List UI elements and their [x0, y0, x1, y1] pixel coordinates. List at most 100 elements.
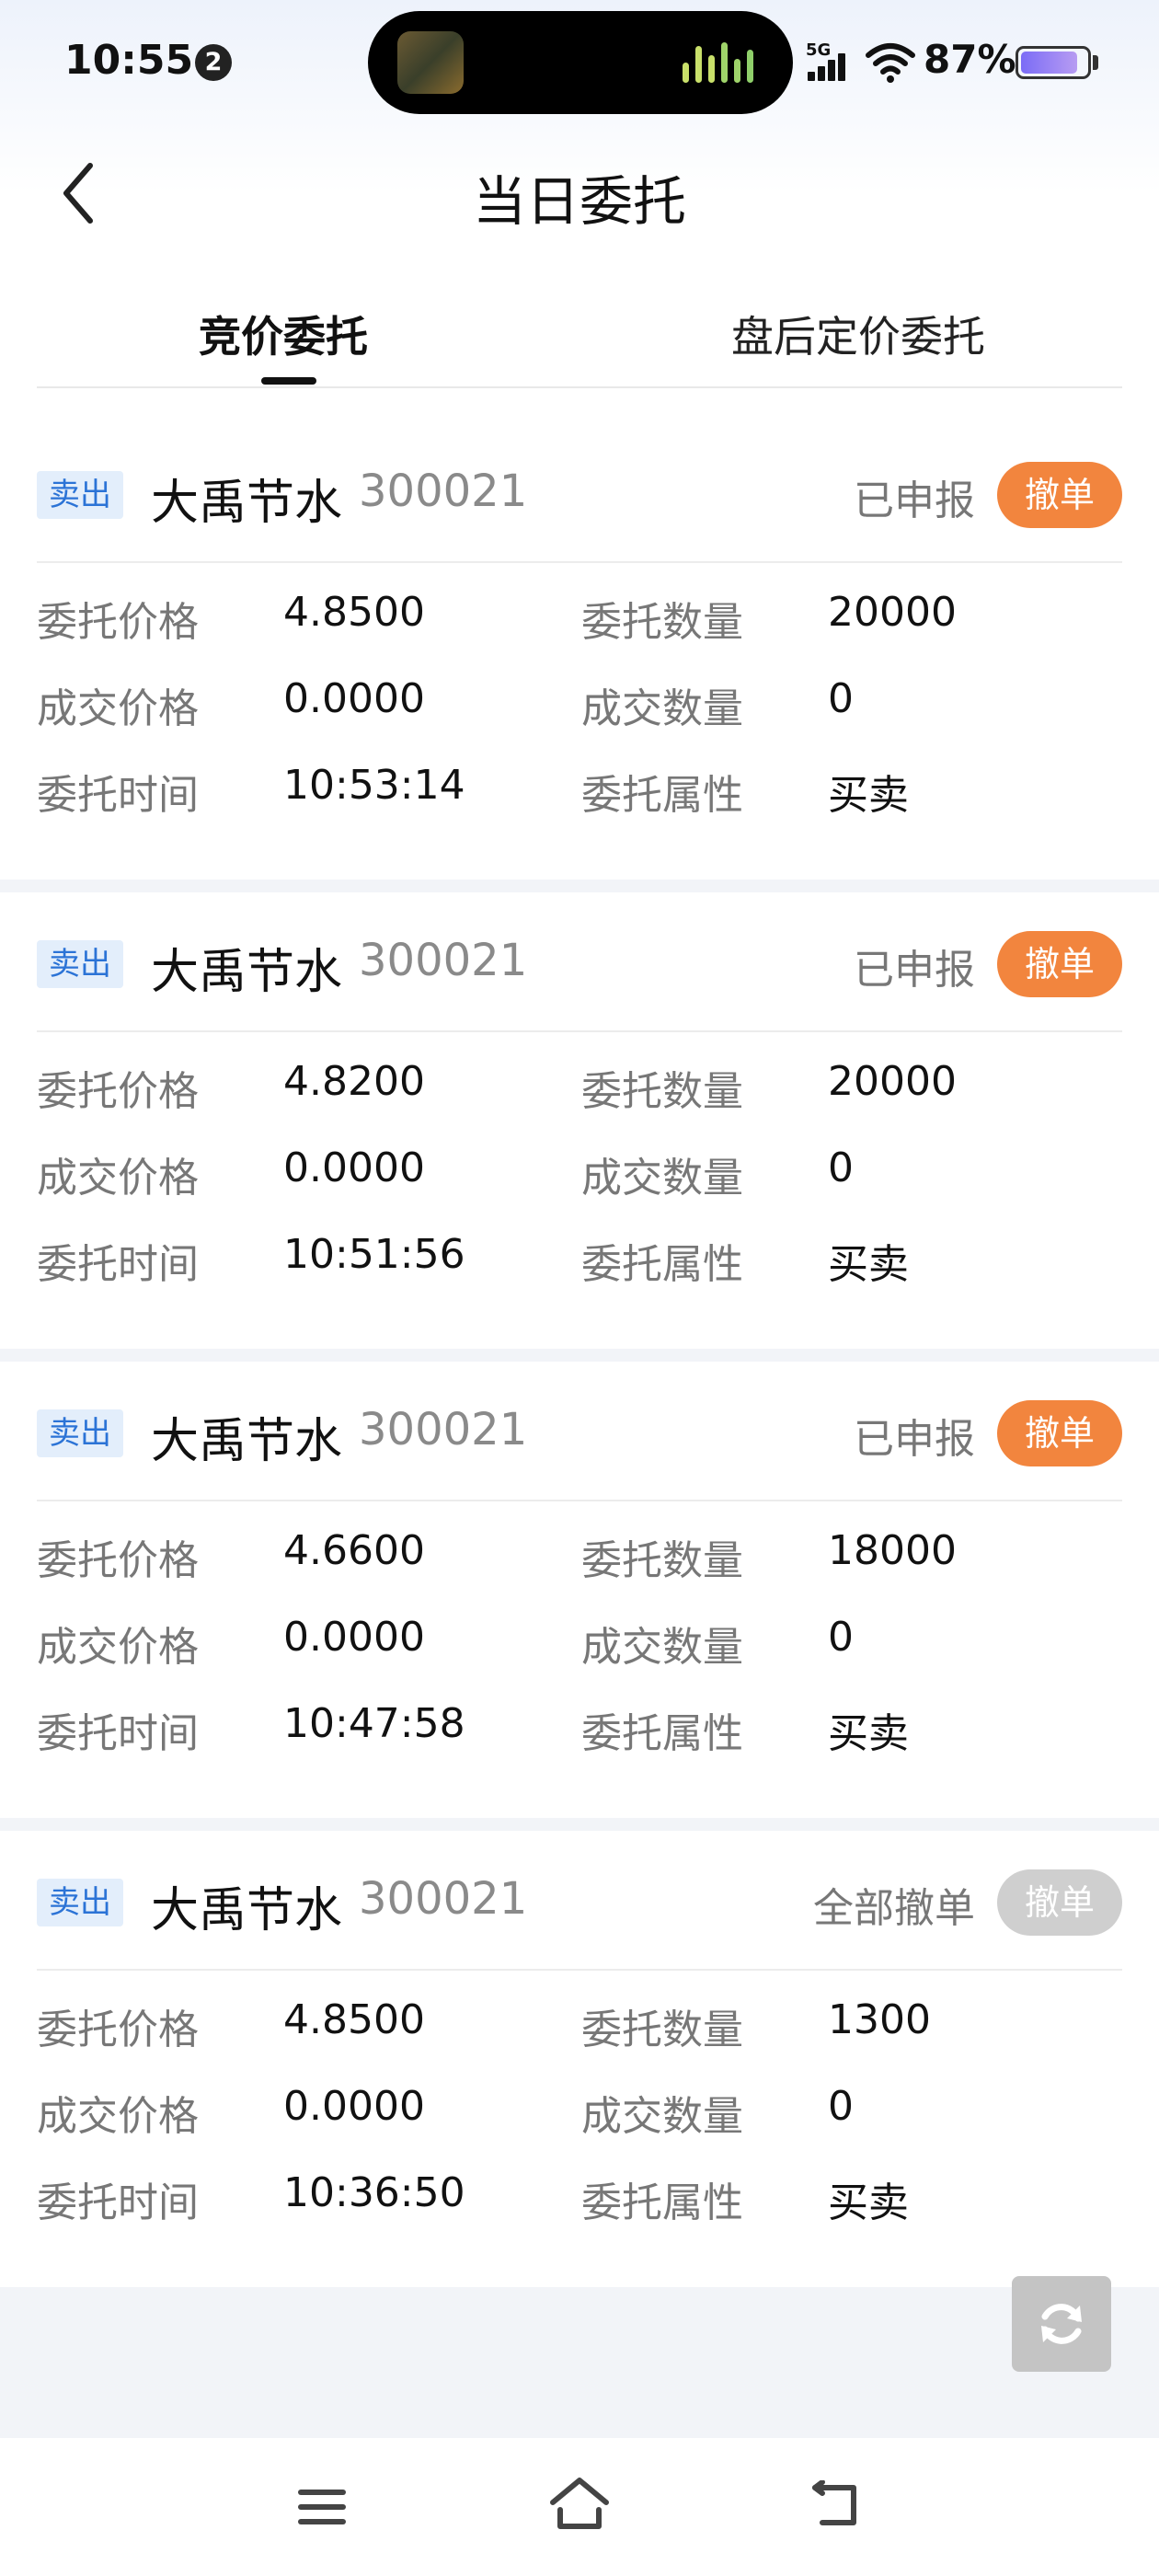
quantity-label: 委托数量 — [581, 599, 743, 646]
menu-icon[interactable] — [296, 2486, 348, 2528]
order-row-time: 委托时间 10:47:58 委托属性 买卖 — [37, 1700, 1122, 1757]
deal-price-value: 0.0000 — [283, 1144, 425, 1191]
order-card: 卖出 大禹节水 300021 全部撤单 撤单 委托价格 4.8500 委托数量 … — [0, 1831, 1159, 2287]
media-thumbnail-icon — [397, 31, 464, 94]
system-nav-bar — [0, 2438, 1159, 2576]
deal-price-value: 0.0000 — [283, 675, 425, 722]
price-label: 委托价格 — [37, 1537, 199, 1584]
attribute-value: 买卖 — [828, 2179, 909, 2226]
order-card-header: 卖出 大禹节水 300021 已申报 撤单 — [37, 1362, 1122, 1501]
order-row-deal: 成交价格 0.0000 成交数量 0 — [37, 1614, 1122, 1671]
order-row-time: 委托时间 10:53:14 委托属性 买卖 — [37, 762, 1122, 819]
quantity-label: 委托数量 — [581, 1068, 743, 1115]
deal-quantity-label: 成交数量 — [581, 1155, 743, 1202]
quantity-label: 委托数量 — [581, 1537, 743, 1584]
status-time: 10:55 — [64, 37, 194, 84]
signal-icon — [808, 53, 854, 81]
order-row-price: 委托价格 4.6600 委托数量 18000 — [37, 1527, 1122, 1584]
stock-code: 300021 — [359, 1404, 528, 1455]
order-row-deal: 成交价格 0.0000 成交数量 0 — [37, 675, 1122, 732]
deal-quantity-value: 0 — [828, 675, 854, 722]
attribute-label: 委托属性 — [581, 1710, 743, 1757]
price-label: 委托价格 — [37, 2007, 199, 2053]
battery-tip — [1093, 55, 1098, 70]
tab-bidding-orders[interactable]: 竞价委托 — [199, 304, 368, 364]
tab-divider — [37, 386, 1122, 388]
price-value: 4.8500 — [283, 1996, 425, 2043]
active-tab-indicator — [261, 377, 316, 385]
side-tag: 卖出 — [37, 1409, 123, 1457]
cancel-order-button: 撤单 — [997, 1869, 1122, 1936]
deal-price-label: 成交价格 — [37, 1624, 199, 1671]
stock-code: 300021 — [359, 466, 528, 517]
notification-badge: 2 — [195, 44, 232, 81]
tab-after-hours-orders[interactable]: 盘后定价委托 — [731, 304, 985, 364]
refresh-icon — [1041, 2304, 1082, 2344]
deal-quantity-value: 0 — [828, 1614, 854, 1661]
attribute-value: 买卖 — [828, 1710, 909, 1757]
price-value: 4.8200 — [283, 1058, 425, 1105]
order-status: 已申报 — [854, 477, 975, 524]
quantity-label: 委托数量 — [581, 2007, 743, 2053]
price-label: 委托价格 — [37, 1068, 199, 1115]
deal-price-label: 成交价格 — [37, 1155, 199, 1202]
time-label: 委托时间 — [37, 1241, 199, 1288]
home-icon[interactable] — [547, 2475, 612, 2534]
order-card-header: 卖出 大禹节水 300021 已申报 撤单 — [37, 892, 1122, 1032]
attribute-value: 买卖 — [828, 772, 909, 819]
cancel-order-button[interactable]: 撤单 — [997, 462, 1122, 528]
deal-quantity-label: 成交数量 — [581, 1624, 743, 1671]
stock-name: 大禹节水 — [151, 1883, 343, 1938]
attribute-label: 委托属性 — [581, 2179, 743, 2226]
attribute-label: 委托属性 — [581, 772, 743, 819]
audio-wave-icon — [683, 42, 756, 83]
order-row-price: 委托价格 4.8500 委托数量 1300 — [37, 1996, 1122, 2053]
attribute-value: 买卖 — [828, 1241, 909, 1288]
page-title: 当日委托 — [472, 170, 686, 233]
price-value: 4.6600 — [283, 1527, 425, 1574]
order-row-price: 委托价格 4.8500 委托数量 20000 — [37, 589, 1122, 646]
deal-quantity-label: 成交数量 — [581, 685, 743, 732]
deal-quantity-label: 成交数量 — [581, 2093, 743, 2140]
deal-price-value: 0.0000 — [283, 2083, 425, 2130]
stock-name: 大禹节水 — [151, 476, 343, 531]
order-card: 卖出 大禹节水 300021 已申报 撤单 委托价格 4.8500 委托数量 2… — [0, 423, 1159, 880]
side-tag: 卖出 — [37, 940, 123, 988]
order-status: 已申报 — [854, 947, 975, 994]
deal-quantity-value: 0 — [828, 1144, 854, 1191]
dynamic-island[interactable] — [368, 11, 793, 114]
order-card-header: 卖出 大禹节水 300021 已申报 撤单 — [37, 423, 1122, 563]
order-row-deal: 成交价格 0.0000 成交数量 0 — [37, 1144, 1122, 1202]
side-tag: 卖出 — [37, 471, 123, 519]
battery-icon — [1016, 46, 1091, 79]
stock-code: 300021 — [359, 935, 528, 986]
quantity-value: 18000 — [828, 1527, 957, 1574]
refresh-button[interactable] — [1012, 2276, 1111, 2372]
stock-name: 大禹节水 — [151, 1414, 343, 1469]
stock-name: 大禹节水 — [151, 945, 343, 1000]
order-row-time: 委托时间 10:36:50 委托属性 买卖 — [37, 2169, 1122, 2226]
back-icon[interactable] — [809, 2480, 865, 2528]
stock-code: 300021 — [359, 1873, 528, 1925]
wifi-icon — [866, 43, 915, 83]
cancel-order-button[interactable]: 撤单 — [997, 1400, 1122, 1466]
order-status: 已申报 — [854, 1416, 975, 1463]
attribute-label: 委托属性 — [581, 1241, 743, 1288]
battery-fill — [1021, 52, 1077, 74]
order-card-header: 卖出 大禹节水 300021 全部撤单 撤单 — [37, 1831, 1122, 1971]
order-card: 卖出 大禹节水 300021 已申报 撤单 委托价格 4.8200 委托数量 2… — [0, 892, 1159, 1349]
order-row-deal: 成交价格 0.0000 成交数量 0 — [37, 2083, 1122, 2140]
order-row-time: 委托时间 10:51:56 委托属性 买卖 — [37, 1231, 1122, 1288]
order-status: 全部撤单 — [813, 1885, 975, 1932]
cancel-order-button[interactable]: 撤单 — [997, 931, 1122, 997]
time-value: 10:51:56 — [283, 1231, 465, 1278]
order-row-price: 委托价格 4.8200 委托数量 20000 — [37, 1058, 1122, 1115]
deal-price-label: 成交价格 — [37, 2093, 199, 2140]
deal-price-value: 0.0000 — [283, 1614, 425, 1661]
quantity-value: 20000 — [828, 1058, 957, 1105]
status-bar: 10:55 2 5G 87% — [0, 0, 1159, 124]
price-value: 4.8500 — [283, 589, 425, 636]
time-value: 10:36:50 — [283, 2169, 465, 2216]
time-label: 委托时间 — [37, 1710, 199, 1757]
quantity-value: 20000 — [828, 589, 957, 636]
